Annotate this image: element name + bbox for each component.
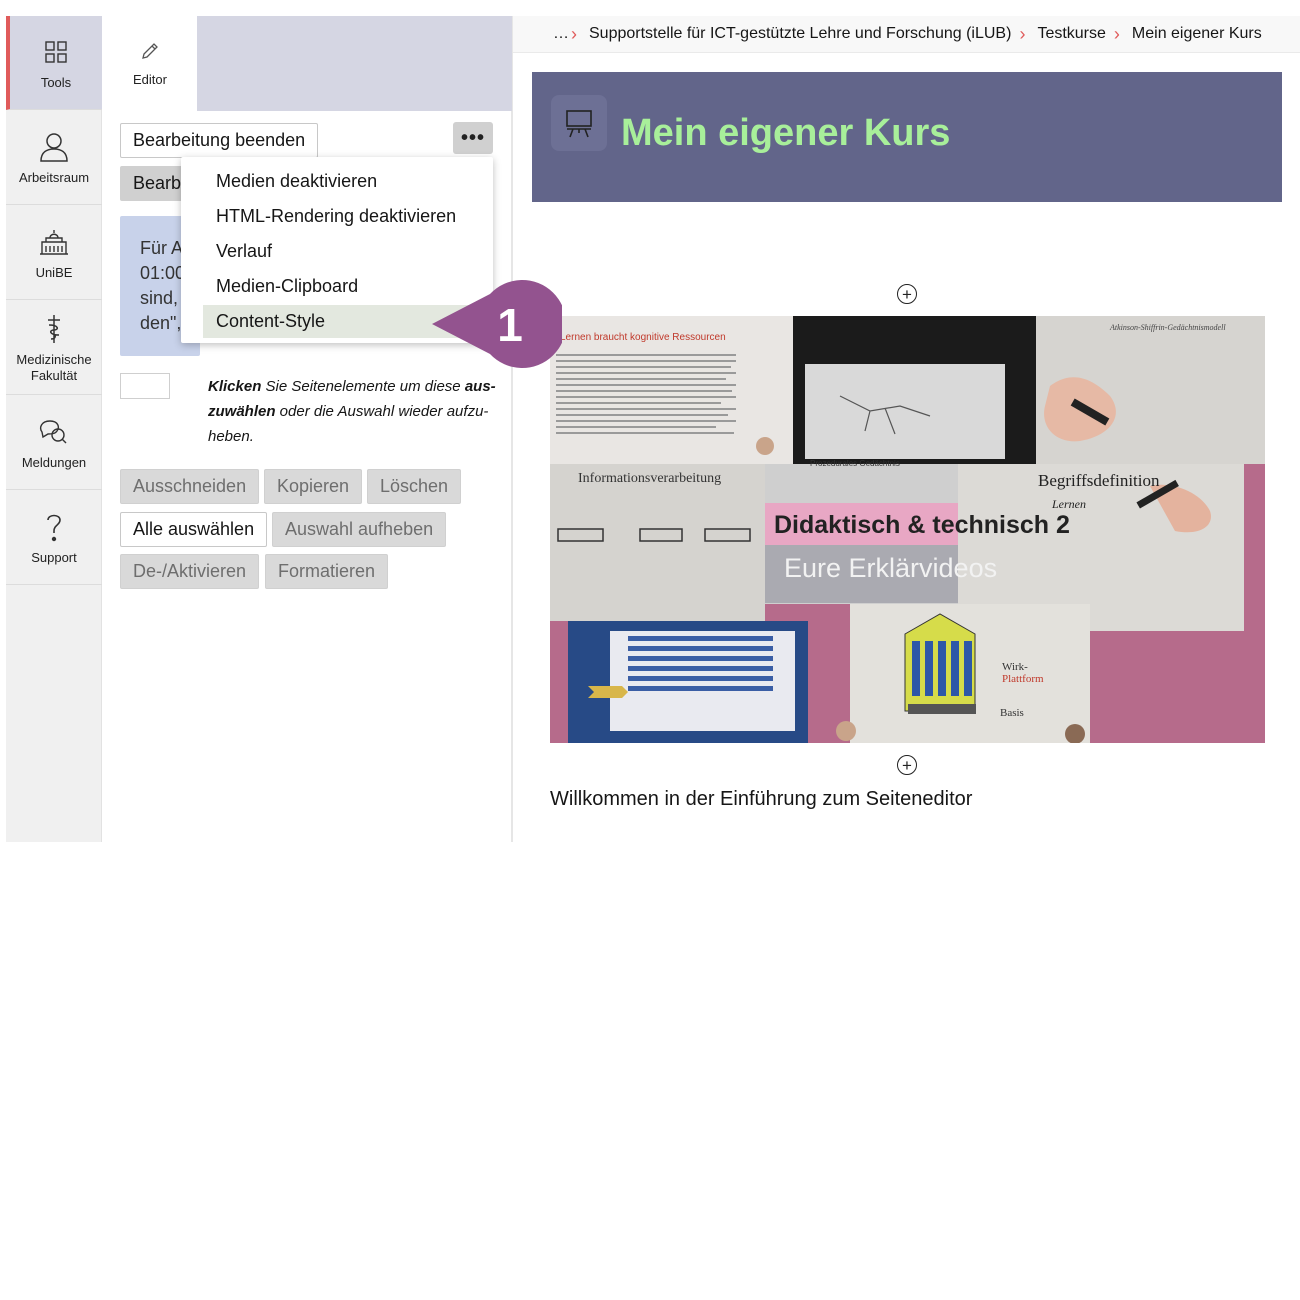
course-banner-image: Lernen braucht kognitive Ressourcen Atki… <box>550 316 1265 743</box>
banner-note: Plattform <box>1002 673 1044 685</box>
mainbar-item-label: Medizinische Fakultät <box>16 351 92 383</box>
menu-item-disable-media[interactable]: Medien deaktivieren <box>203 165 485 198</box>
banner-note: Informationsverarbeitung <box>578 471 721 486</box>
hint-text: Sie Seitenelemente um diese <box>261 378 465 395</box>
breadcrumb-item[interactable]: Supportstelle für ICT-gestützte Lehre un… <box>589 25 1011 43</box>
banner-note: Lernen <box>1051 497 1086 511</box>
selection-checkbox[interactable] <box>120 373 170 399</box>
tab-editor[interactable]: Editor <box>103 16 197 111</box>
format-button[interactable]: Formatieren <box>265 554 389 589</box>
pencil-icon <box>140 41 160 66</box>
chevron-right-icon: › <box>571 23 577 44</box>
banner-slide-title: Lernen braucht kognitive Ressourcen <box>560 332 726 343</box>
breadcrumb-item-current: Mein eigener Kurs <box>1131 25 1262 42</box>
mainbar-item-support[interactable]: Support <box>6 491 102 585</box>
banner-subline: Eure Erklärvideos <box>784 553 997 583</box>
mainbar-item-label: UniBE <box>35 264 73 280</box>
caduceus-icon <box>37 312 71 346</box>
main-bar: Tools Arbeitsraum UniBE Medizinische Fak… <box>6 16 102 842</box>
welcome-paragraph[interactable]: Willkommen in der Einführung zum Seitene… <box>550 788 972 811</box>
question-icon <box>37 510 71 544</box>
delete-button[interactable]: Löschen <box>367 469 462 504</box>
chat-bubbles-icon <box>37 415 71 449</box>
add-element-button[interactable]: + <box>897 755 917 775</box>
add-element-button[interactable]: + <box>897 284 917 304</box>
breadcrumb: … › Supportstelle für ICT-gestützte Lehr… <box>513 16 1300 53</box>
grid-icon <box>39 35 73 69</box>
tab-label: Editor <box>133 71 167 87</box>
finish-editing-button[interactable]: Bearbeitung beenden <box>120 123 319 158</box>
selection-hint: Klicken Sie Seitenelemente um diese aus-… <box>208 374 498 449</box>
mainbar-item-label: Arbeitsraum <box>18 169 90 185</box>
banner-note: Basis <box>1000 707 1024 719</box>
secondary-edit-button[interactable]: Bearb <box>120 166 190 201</box>
select-all-button[interactable]: Alle auswählen <box>120 512 268 547</box>
slate-tab-strip: Editor <box>103 16 512 111</box>
mainbar-item-label: Support <box>31 549 77 565</box>
banner-note: Begriffsdefinition <box>1038 471 1160 490</box>
chevron-right-icon: › <box>1019 23 1026 44</box>
banner-headline: Didaktisch & technisch 2 <box>774 511 1070 539</box>
deselect-button[interactable]: Auswahl aufheben <box>272 512 447 547</box>
mainbar-item-tools[interactable]: Tools <box>6 16 102 110</box>
plus-icon: + <box>902 284 912 304</box>
plus-icon: + <box>902 755 912 775</box>
mainbar-item-meldungen[interactable]: Meldungen <box>6 396 102 490</box>
mainbar-item-arbeitsraum[interactable]: Arbeitsraum <box>6 111 102 205</box>
menu-item-history[interactable]: Verlauf <box>203 235 485 268</box>
page-title: Mein eigener Kurs <box>621 112 951 154</box>
toggle-active-button[interactable]: De-/Aktivieren <box>120 554 260 589</box>
menu-item-disable-html-rendering[interactable]: HTML-Rendering deaktivieren <box>203 200 485 233</box>
callout-number: 1 <box>497 299 523 351</box>
mainbar-item-label: Meldungen <box>21 454 87 470</box>
breadcrumb-item[interactable]: Testkurse <box>1037 25 1105 43</box>
mainbar-item-medizin[interactable]: Medizinische Fakultät <box>6 301 102 395</box>
banner-note: Wirk- <box>1002 661 1028 673</box>
person-icon <box>37 130 71 164</box>
hint-strong: Klicken <box>208 378 262 395</box>
more-actions-button[interactable]: ••• <box>453 122 493 154</box>
mainbar-item-label: Tools <box>40 74 72 90</box>
ellipsis-icon: ••• <box>460 126 485 149</box>
banner-collage: Lernen braucht kognitive Ressourcen Atki… <box>550 316 1265 743</box>
copy-button[interactable]: Kopieren <box>264 469 363 504</box>
cut-button[interactable]: Ausschneiden <box>120 469 260 504</box>
chevron-right-icon: › <box>1113 23 1120 44</box>
banner-note: Prozedurales Gedächtnis <box>810 459 900 468</box>
presentation-board-icon <box>551 95 607 151</box>
editor-slate: Editor Bearbeitung beenden ••• Bearb Für… <box>103 16 513 842</box>
breadcrumb-ellipsis[interactable]: … <box>553 25 569 43</box>
banner-note: Atkinson-Shiffrin-Gedächtnismodell <box>1109 323 1226 332</box>
building-icon <box>37 225 71 259</box>
mainbar-item-unibe[interactable]: UniBE <box>6 206 102 300</box>
